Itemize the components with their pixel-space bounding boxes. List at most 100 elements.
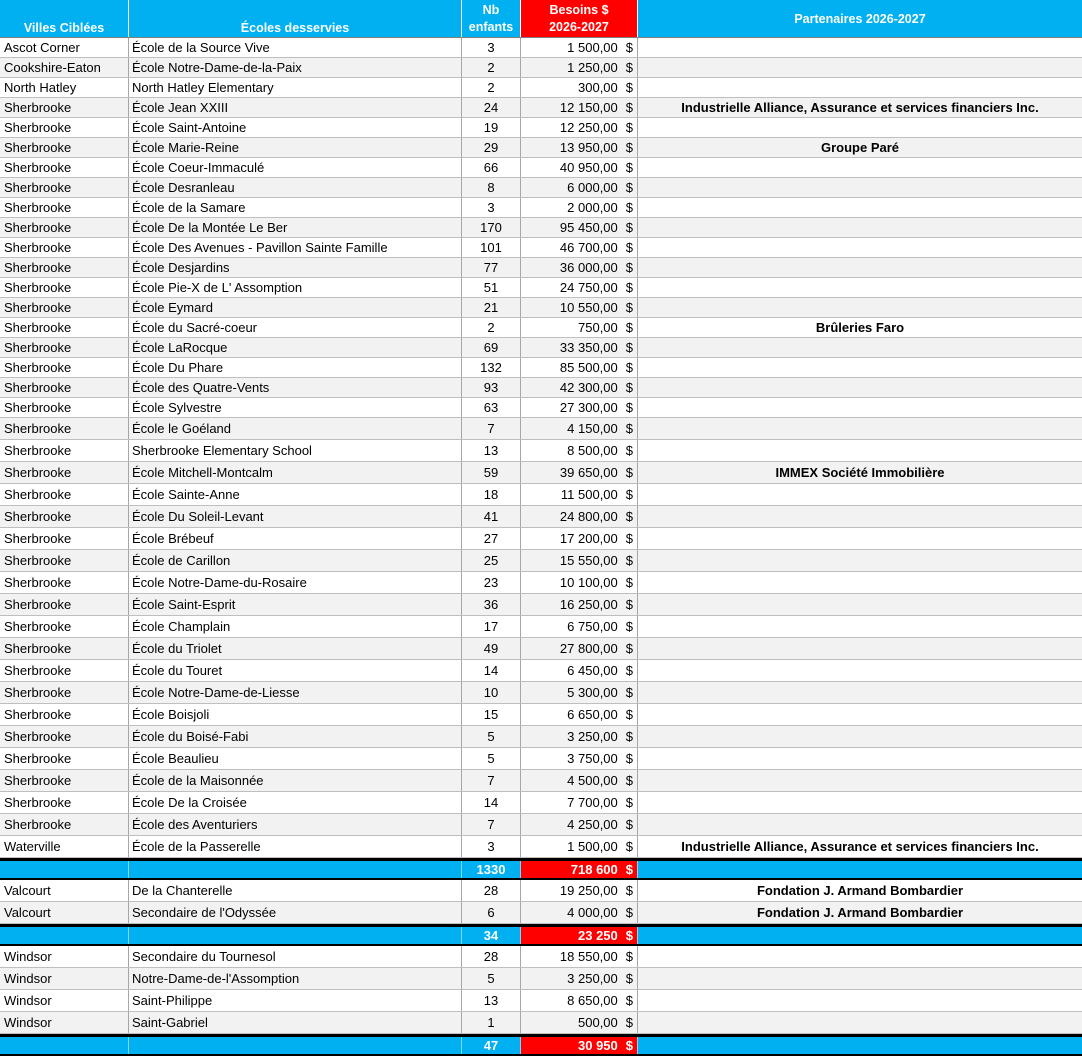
cell-besoins[interactable]: 5 300,00 $ xyxy=(521,682,638,703)
cell-nb-enfants[interactable]: 27 xyxy=(462,528,521,549)
cell-besoins[interactable]: 16 250,00 $ xyxy=(521,594,638,615)
cell-besoins[interactable]: 19 250,00 $ xyxy=(521,880,638,901)
cell-partenaire[interactable] xyxy=(638,616,1082,637)
cell-nb-enfants[interactable]: 21 xyxy=(462,298,521,317)
cell-nb-enfants[interactable]: 170 xyxy=(462,218,521,237)
total-cell-ville[interactable] xyxy=(0,861,129,878)
cell-ville[interactable]: Sherbrooke xyxy=(0,258,129,277)
cell-ecole[interactable]: Sherbrooke Elementary School xyxy=(129,440,462,461)
cell-partenaire[interactable] xyxy=(638,638,1082,659)
cell-ecole[interactable]: Secondaire du Tournesol xyxy=(129,946,462,967)
cell-partenaire[interactable] xyxy=(638,278,1082,297)
cell-ville[interactable]: Sherbrooke xyxy=(0,550,129,571)
cell-besoins[interactable]: 1 500,00 $ xyxy=(521,38,638,57)
cell-ecole[interactable]: De la Chanterelle xyxy=(129,880,462,901)
total-cell-ville[interactable] xyxy=(0,927,129,944)
cell-partenaire[interactable]: Fondation J. Armand Bombardier xyxy=(638,880,1082,901)
cell-nb-enfants[interactable]: 14 xyxy=(462,660,521,681)
cell-nb-enfants[interactable]: 17 xyxy=(462,616,521,637)
cell-ville[interactable]: Windsor xyxy=(0,946,129,967)
total-cell-besoins[interactable]: 30 950 $ xyxy=(521,1037,638,1054)
cell-besoins[interactable]: 17 200,00 $ xyxy=(521,528,638,549)
cell-besoins[interactable]: 12 250,00 $ xyxy=(521,118,638,137)
header-besoins[interactable]: Besoins $ 2026-2027 xyxy=(521,0,638,37)
cell-besoins[interactable]: 12 150,00 $ xyxy=(521,98,638,117)
cell-partenaire[interactable] xyxy=(638,1012,1082,1033)
cell-besoins[interactable]: 11 500,00 $ xyxy=(521,484,638,505)
cell-besoins[interactable]: 27 800,00 $ xyxy=(521,638,638,659)
header-partenaires[interactable]: Partenaires 2026-2027 xyxy=(638,0,1082,37)
cell-nb-enfants[interactable]: 69 xyxy=(462,338,521,357)
cell-besoins[interactable]: 36 000,00 $ xyxy=(521,258,638,277)
cell-ecole[interactable]: École Notre-Dame-de-Liesse xyxy=(129,682,462,703)
cell-partenaire[interactable] xyxy=(638,506,1082,527)
cell-ville[interactable]: Waterville xyxy=(0,836,129,857)
cell-besoins[interactable]: 13 950,00 $ xyxy=(521,138,638,157)
cell-ville[interactable]: Sherbrooke xyxy=(0,218,129,237)
cell-ville[interactable]: Sherbrooke xyxy=(0,298,129,317)
cell-partenaire[interactable] xyxy=(638,158,1082,177)
total-cell-partenaire[interactable] xyxy=(638,1037,1082,1054)
total-cell-ville[interactable] xyxy=(0,1037,129,1054)
cell-ville[interactable]: Sherbrooke xyxy=(0,792,129,813)
cell-partenaire[interactable] xyxy=(638,682,1082,703)
cell-partenaire[interactable] xyxy=(638,792,1082,813)
cell-nb-enfants[interactable]: 5 xyxy=(462,968,521,989)
cell-ville[interactable]: Sherbrooke xyxy=(0,98,129,117)
cell-ville[interactable]: Sherbrooke xyxy=(0,118,129,137)
cell-nb-enfants[interactable]: 7 xyxy=(462,418,521,439)
cell-besoins[interactable]: 24 750,00 $ xyxy=(521,278,638,297)
cell-besoins[interactable]: 85 500,00 $ xyxy=(521,358,638,377)
cell-ville[interactable]: Sherbrooke xyxy=(0,704,129,725)
cell-ecole[interactable]: Secondaire de l'Odyssée xyxy=(129,902,462,923)
cell-ecole[interactable]: École des Aventuriers xyxy=(129,814,462,835)
cell-ville[interactable]: Cookshire-Eaton xyxy=(0,58,129,77)
cell-nb-enfants[interactable]: 41 xyxy=(462,506,521,527)
cell-ville[interactable]: Sherbrooke xyxy=(0,178,129,197)
cell-ecole[interactable]: École Jean XXIII xyxy=(129,98,462,117)
cell-partenaire[interactable] xyxy=(638,594,1082,615)
cell-nb-enfants[interactable]: 25 xyxy=(462,550,521,571)
cell-ecole[interactable]: École De la Montée Le Ber xyxy=(129,218,462,237)
cell-ville[interactable]: Sherbrooke xyxy=(0,158,129,177)
cell-partenaire[interactable] xyxy=(638,178,1082,197)
cell-ville[interactable]: Sherbrooke xyxy=(0,616,129,637)
cell-partenaire[interactable]: Industrielle Alliance, Assurance et serv… xyxy=(638,836,1082,857)
cell-besoins[interactable]: 3 250,00 $ xyxy=(521,726,638,747)
cell-ecole[interactable]: École Mitchell-Montcalm xyxy=(129,462,462,483)
cell-ecole[interactable]: École Desjardins xyxy=(129,258,462,277)
cell-partenaire[interactable] xyxy=(638,660,1082,681)
cell-ecole[interactable]: École Brébeuf xyxy=(129,528,462,549)
cell-ecole[interactable]: École Notre-Dame-du-Rosaire xyxy=(129,572,462,593)
cell-partenaire[interactable] xyxy=(638,528,1082,549)
cell-ville[interactable]: Ascot Corner xyxy=(0,38,129,57)
cell-partenaire[interactable] xyxy=(638,218,1082,237)
cell-nb-enfants[interactable]: 59 xyxy=(462,462,521,483)
cell-partenaire[interactable] xyxy=(638,748,1082,769)
cell-ecole[interactable]: École Marie-Reine xyxy=(129,138,462,157)
cell-partenaire[interactable] xyxy=(638,968,1082,989)
cell-ecole[interactable]: École Sylvestre xyxy=(129,398,462,417)
cell-ville[interactable]: Valcourt xyxy=(0,902,129,923)
cell-ecole[interactable]: École Champlain xyxy=(129,616,462,637)
total-cell-partenaire[interactable] xyxy=(638,927,1082,944)
cell-besoins[interactable]: 2 000,00 $ xyxy=(521,198,638,217)
cell-partenaire[interactable] xyxy=(638,38,1082,57)
cell-besoins[interactable]: 39 650,00 $ xyxy=(521,462,638,483)
cell-ville[interactable]: Sherbrooke xyxy=(0,318,129,337)
cell-partenaire[interactable] xyxy=(638,946,1082,967)
cell-nb-enfants[interactable]: 18 xyxy=(462,484,521,505)
cell-ville[interactable]: Sherbrooke xyxy=(0,814,129,835)
cell-partenaire[interactable]: Brûleries Faro xyxy=(638,318,1082,337)
cell-nb-enfants[interactable]: 1 xyxy=(462,1012,521,1033)
cell-nb-enfants[interactable]: 8 xyxy=(462,178,521,197)
cell-ecole[interactable]: École du Touret xyxy=(129,660,462,681)
cell-besoins[interactable]: 4 250,00 $ xyxy=(521,814,638,835)
cell-besoins[interactable]: 4 500,00 $ xyxy=(521,770,638,791)
cell-partenaire[interactable] xyxy=(638,418,1082,439)
cell-ecole[interactable]: École de la Passerelle xyxy=(129,836,462,857)
cell-partenaire[interactable] xyxy=(638,298,1082,317)
total-cell-nb[interactable]: 34 xyxy=(462,927,521,944)
cell-ville[interactable]: Sherbrooke xyxy=(0,398,129,417)
cell-ecole[interactable]: Saint-Gabriel xyxy=(129,1012,462,1033)
